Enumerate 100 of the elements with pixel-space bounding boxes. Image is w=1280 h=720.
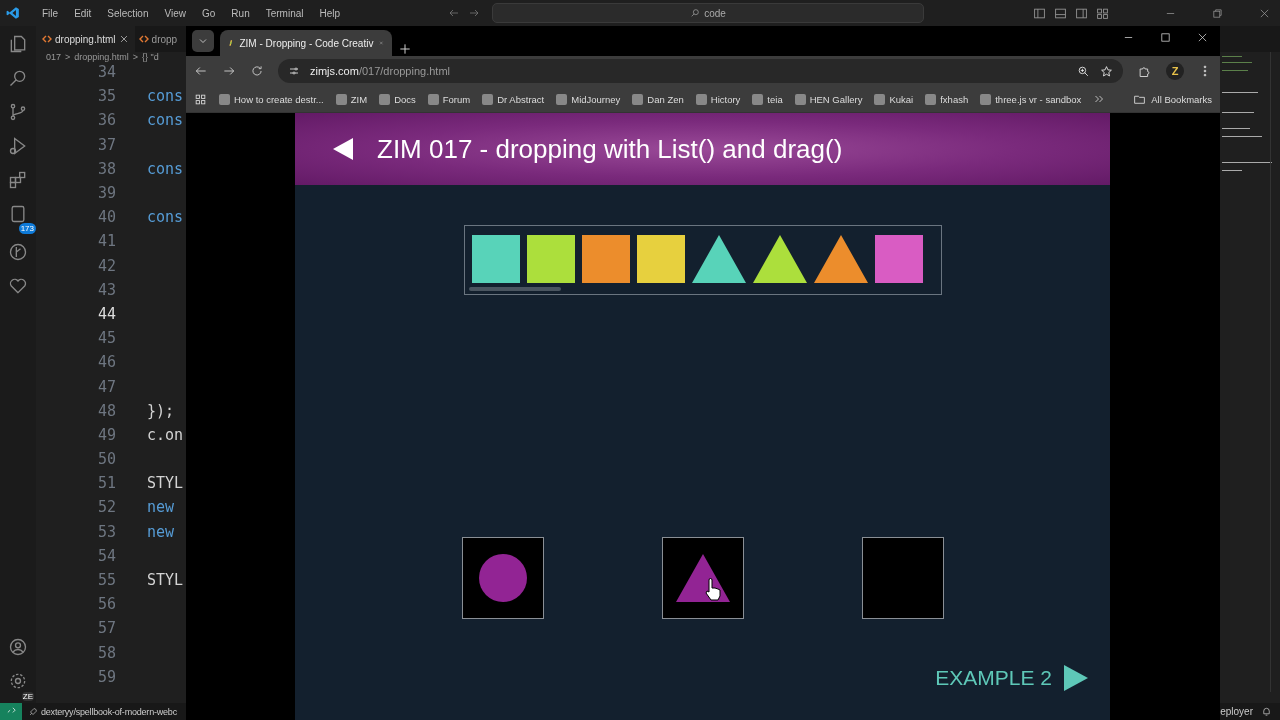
line-number: 38 — [96, 159, 116, 178]
code-text: STYL — [147, 571, 184, 590]
drop-target[interactable] — [461, 537, 544, 619]
status-text[interactable]: eployer — [1220, 706, 1253, 717]
rocket-icon[interactable] — [28, 706, 38, 717]
bookmark[interactable]: Forum — [427, 93, 471, 105]
triangle[interactable] — [813, 235, 868, 283]
line-number: 52 — [96, 498, 116, 517]
menu-item[interactable]: View — [156, 7, 194, 19]
square[interactable] — [874, 235, 923, 283]
triangle[interactable] — [752, 235, 807, 283]
line-number: 53 — [96, 522, 116, 541]
menu-item[interactable]: Terminal — [257, 7, 312, 19]
star-icon[interactable] — [1100, 64, 1113, 78]
layout-grid-icon[interactable] — [1096, 6, 1109, 20]
bookmark[interactable]: ZIM — [335, 93, 368, 105]
square[interactable] — [581, 235, 630, 283]
zoom-icon[interactable] — [1077, 64, 1090, 78]
code-text: new — [147, 522, 175, 541]
bookmark[interactable]: teia — [752, 93, 783, 105]
next-example-link[interactable]: EXAMPLE 2 — [935, 665, 1088, 691]
breadcrumb-item[interactable]: 017 — [46, 52, 62, 66]
git-graph-icon[interactable] — [8, 242, 28, 262]
bookmark[interactable]: Kukai — [874, 93, 914, 105]
line-number: 51 — [96, 474, 116, 493]
circle[interactable] — [478, 554, 527, 602]
drop-target[interactable] — [861, 537, 944, 619]
maximize-icon[interactable] — [1160, 31, 1171, 43]
browser-tab[interactable]: ZIM - Dropping - Code Creativ — [220, 30, 392, 56]
menu-item[interactable]: File — [34, 7, 67, 19]
bookmark[interactable]: Docs — [379, 93, 416, 105]
back-arrow-icon[interactable] — [194, 64, 208, 78]
square[interactable] — [636, 235, 685, 283]
line-number: 41 — [96, 232, 116, 251]
address-bar[interactable]: zimjs.com/017/dropping.html — [278, 59, 1123, 83]
extensions-icon[interactable] — [8, 170, 28, 190]
back-triangle-icon[interactable] — [333, 138, 353, 160]
forward-arrow-icon[interactable] — [222, 64, 236, 78]
close-icon[interactable] — [1259, 7, 1270, 19]
forward-arrow-icon[interactable] — [468, 7, 481, 19]
scrolling-list[interactable] — [463, 225, 942, 295]
new-tab-icon[interactable] — [398, 42, 412, 56]
account-icon[interactable] — [8, 637, 28, 657]
apps-grid-icon[interactable] — [194, 92, 207, 106]
code-text: cons — [147, 159, 184, 178]
restore-icon[interactable] — [1212, 7, 1223, 19]
bookmark[interactable]: Dan Zen — [632, 93, 684, 105]
line-number: 39 — [96, 184, 116, 203]
line-number: 34 — [96, 63, 116, 82]
breadcrumb-item[interactable]: > — [65, 52, 71, 66]
menu-item[interactable]: Run — [223, 7, 258, 19]
search-icon[interactable] — [690, 8, 701, 18]
square[interactable] — [471, 235, 520, 283]
sidebar-layout-icon[interactable] — [1075, 6, 1088, 20]
close-icon[interactable] — [118, 34, 129, 44]
bookmark[interactable]: MidJourney — [556, 93, 621, 105]
command-search-field[interactable]: code — [492, 3, 925, 23]
reload-icon[interactable] — [250, 64, 264, 78]
drop-target[interactable] — [661, 537, 744, 619]
line-number: 46 — [96, 353, 116, 372]
back-arrow-icon[interactable] — [448, 7, 461, 19]
menu-item[interactable]: Selection — [99, 7, 157, 19]
search-icon[interactable] — [8, 68, 28, 88]
sidebar-layout-icon[interactable] — [1033, 6, 1046, 20]
play-triangle-icon — [1064, 665, 1088, 691]
app-logo-icon — [6, 6, 20, 20]
branch-icon[interactable] — [8, 102, 28, 122]
breadcrumb-item[interactable]: dropping.html — [74, 52, 129, 66]
bell-icon[interactable] — [1261, 706, 1272, 717]
bookmark[interactable]: How to create destr... — [219, 93, 324, 105]
files-icon[interactable] — [8, 34, 28, 54]
breadcrumb-item[interactable]: {} "d — [142, 52, 159, 66]
editor-tab[interactable]: dropping.html — [36, 26, 135, 52]
breadcrumb-item[interactable]: > — [132, 52, 139, 66]
settings-icon[interactable] — [8, 671, 28, 691]
heart-icon[interactable] — [8, 276, 28, 296]
line-number: 58 — [96, 643, 116, 662]
profile-avatar[interactable]: Z — [1166, 62, 1184, 80]
run-debug-icon[interactable] — [8, 136, 28, 156]
panel-layout-icon[interactable] — [1054, 6, 1067, 20]
line-number: 47 — [96, 377, 116, 396]
menu-item[interactable]: Go — [194, 7, 224, 19]
status-text[interactable]: dexteryy/spellbook-of-modern-webc — [41, 706, 177, 717]
menu-item[interactable]: Edit — [66, 7, 100, 19]
bookmark[interactable]: Dr Abstract — [482, 93, 545, 105]
site-settings-icon[interactable] — [288, 65, 300, 77]
bookmark[interactable]: Hictory — [695, 93, 741, 105]
line-number: 56 — [96, 595, 116, 614]
more-bookmarks-icon[interactable] — [1093, 93, 1106, 105]
all-bookmarks[interactable]: All Bookmarks — [1151, 93, 1212, 105]
tab-search-button[interactable] — [192, 30, 214, 52]
line-number: 42 — [96, 256, 116, 275]
square[interactable] — [526, 235, 575, 283]
menu-item[interactable]: Help — [311, 7, 349, 19]
bookmark[interactable]: fxhash — [925, 93, 969, 105]
bookmark[interactable]: HEN Gallery — [794, 93, 863, 105]
line-number: 40 — [96, 208, 116, 227]
code-text: STYL — [147, 474, 184, 493]
triangle[interactable] — [691, 235, 746, 283]
bookmark[interactable]: three.js vr - sandbox — [980, 93, 1082, 105]
